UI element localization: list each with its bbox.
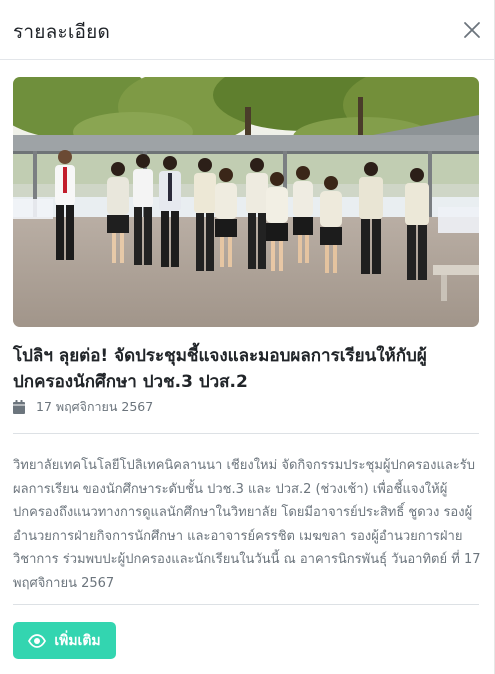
article-body: วิทยาลัยเทคโนโลยีโปลิเทคนิคลานนา เชียงให… [13,458,481,591]
modal-title: รายละเอียด [13,21,111,43]
divider [13,433,479,434]
divider [13,604,479,605]
group-photo [13,77,479,327]
article-date: 17 พฤศจิกายน 2567 [13,397,153,417]
article-headline: โปลิฯ ลุยต่อ! จัดประชุมชี้แจงและมอบผลการ… [13,346,427,392]
calendar-icon [13,400,25,414]
modal-header: รายละเอียด [0,0,495,60]
detail-modal: รายละเอียด โปลิฯ ลุยต่อ! จัดประชุมชี้แจง… [0,0,495,674]
more-button[interactable]: เพิ่มเติม [13,622,116,659]
eye-icon [28,632,47,650]
close-button[interactable] [460,18,484,42]
close-icon [464,22,480,38]
date-text: 17 พฤศจิกายน 2567 [36,399,154,414]
more-button-label: เพิ่มเติม [54,632,101,649]
article-photo [13,77,479,327]
